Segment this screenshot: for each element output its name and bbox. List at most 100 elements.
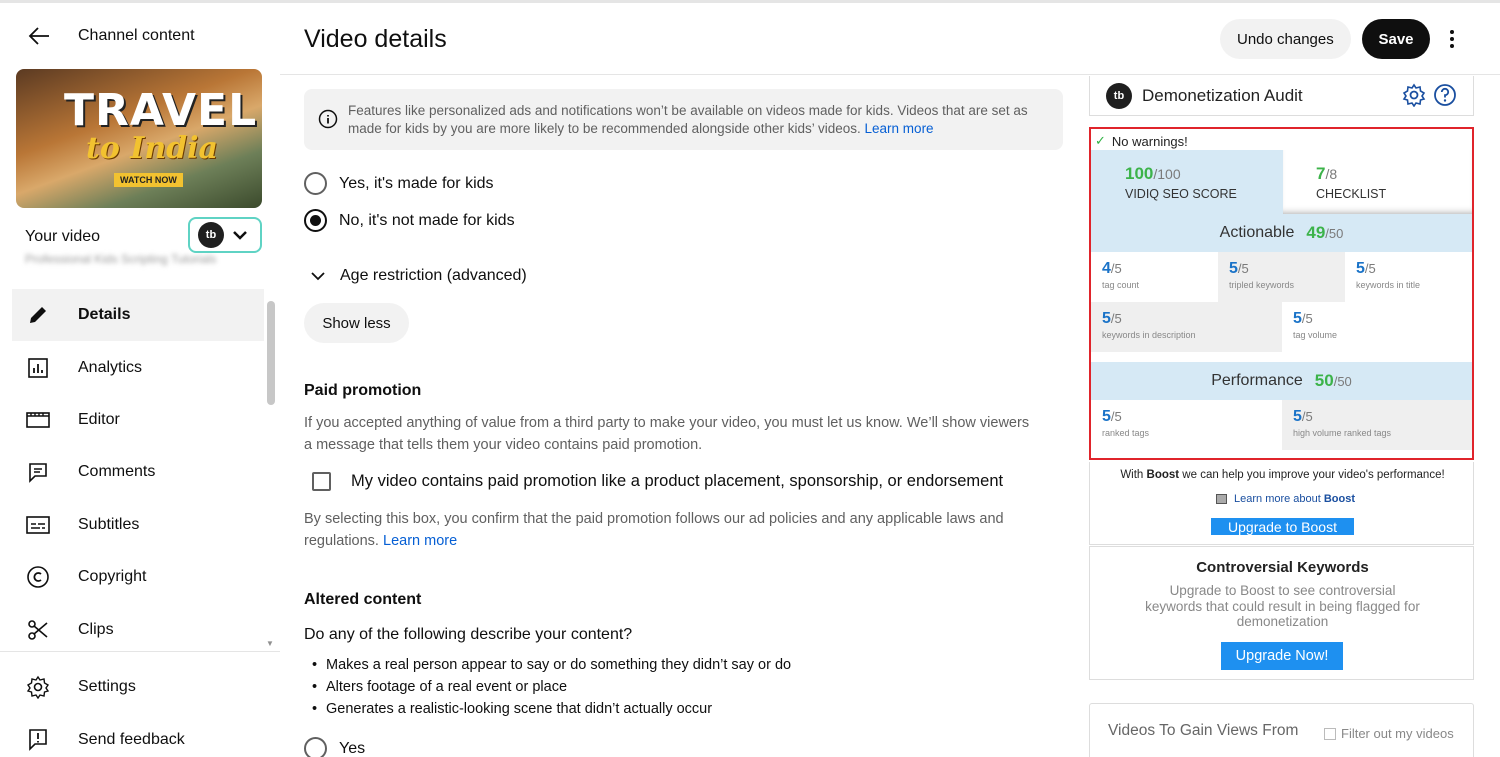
sidebar-item-settings[interactable]: Settings: [12, 661, 264, 713]
sidebar: Channel content TRAVEL to India WATCH NO…: [0, 3, 280, 757]
metric-value: 5/5: [1102, 310, 1282, 328]
altered-content-title: Altered content: [304, 591, 422, 608]
list-item: Generates a realistic-looking scene that…: [312, 698, 791, 720]
upgrade-now-button[interactable]: Upgrade Now!: [1221, 642, 1343, 670]
radio-made-for-kids-yes[interactable]: Yes, it's made for kids: [304, 172, 494, 195]
seo-score-value: 100/100: [1125, 164, 1237, 184]
feedback-icon: [25, 727, 51, 753]
tubebuddy-dropdown[interactable]: tb: [188, 217, 262, 253]
sidebar-item-label: Send feedback: [78, 730, 185, 748]
metric-number: 5: [1229, 260, 1238, 277]
metric-label: keywords in description: [1102, 330, 1196, 340]
show-less-button[interactable]: Show less: [304, 303, 409, 343]
sidebar-scrollbar[interactable]: [267, 301, 275, 405]
back-label[interactable]: Channel content: [78, 27, 195, 45]
radio-altered-yes[interactable]: Yes: [304, 737, 365, 757]
checkmark-icon: ✓: [1095, 133, 1106, 148]
undo-changes-button[interactable]: Undo changes: [1220, 19, 1351, 59]
seo-score-number: 100: [1125, 164, 1154, 183]
seo-score-tab[interactable]: 100/100 VIDIQ SEO SCORE: [1091, 150, 1283, 214]
radio-button[interactable]: [304, 172, 327, 195]
list-item: Alters footage of a real event or place: [312, 676, 791, 698]
filter-own-videos[interactable]: Filter out my videos: [1324, 726, 1454, 741]
sidebar-item-clips[interactable]: Clips: [12, 603, 264, 655]
video-name-blurred: Professional Kids Scripting Tutorials: [25, 252, 217, 266]
metric-value: 5/5: [1229, 260, 1345, 278]
metric-number: 5: [1293, 310, 1302, 327]
performance-label: Performance: [1211, 372, 1303, 389]
paid-promotion-checkbox[interactable]: [312, 472, 331, 491]
page-title: Video details: [304, 25, 447, 53]
boost-word: Boost: [1146, 469, 1180, 481]
kids-learn-more-link[interactable]: Learn more: [865, 121, 934, 136]
save-button[interactable]: Save: [1362, 19, 1430, 59]
metric-denominator: /5: [1237, 261, 1249, 276]
no-warnings-status: ✓ No warnings!: [1095, 133, 1188, 149]
scroll-down-arrow-icon[interactable]: ▼: [266, 639, 274, 648]
radio-label: Yes, it's made for kids: [339, 174, 494, 192]
age-restriction-toggle[interactable]: Age restriction (advanced): [310, 267, 527, 285]
video-thumbnail[interactable]: TRAVEL to India WATCH NOW: [16, 69, 262, 208]
filter-label: Filter out my videos: [1341, 726, 1454, 741]
sidebar-item-subtitles[interactable]: Subtitles: [12, 499, 264, 551]
sidebar-item-details[interactable]: Details: [12, 289, 264, 342]
sidebar-item-editor[interactable]: Editor: [12, 394, 264, 446]
chevron-down-icon: [233, 231, 247, 240]
performance-band: Performance 50/50: [1091, 362, 1472, 400]
metric-number: 5: [1102, 310, 1111, 327]
boost-text-pre: With: [1120, 469, 1147, 481]
paid-promotion-learn-more-link[interactable]: Learn more: [383, 533, 457, 549]
paid-promotion-description: If you accepted anything of value from a…: [304, 415, 1030, 453]
actionable-label: Actionable: [1219, 224, 1295, 241]
scissors-icon: [25, 617, 51, 643]
more-options-icon[interactable]: [1440, 25, 1464, 53]
checklist-denominator: /8: [1325, 166, 1338, 182]
subtitles-icon: [25, 512, 51, 538]
metric-denominator: /5: [1301, 311, 1313, 326]
metric-tag-volume: 5/5 tag volume: [1282, 302, 1472, 352]
sidebar-item-feedback[interactable]: Send feedback: [12, 713, 264, 757]
radio-button[interactable]: [304, 737, 327, 757]
sidebar-item-copyright[interactable]: Copyright: [12, 551, 264, 603]
pencil-icon: [25, 302, 51, 328]
sidebar-item-analytics[interactable]: Analytics: [12, 341, 264, 393]
metric-value: 5/5: [1293, 310, 1472, 328]
back-arrow-icon[interactable]: [24, 21, 54, 51]
paid-promotion-checkbox-label: My video contains paid promotion like a …: [351, 472, 1004, 490]
actionable-score: 49: [1306, 223, 1326, 242]
channel-content-header: Channel content: [24, 21, 195, 51]
video-icon: [1216, 494, 1227, 504]
radio-button-selected[interactable]: [304, 209, 327, 232]
sidebar-item-label: Details: [78, 306, 131, 324]
metric-label: tag volume: [1293, 330, 1338, 340]
checklist-tab[interactable]: 7/8 CHECKLIST: [1283, 150, 1472, 214]
sidebar-item-comments[interactable]: Comments: [12, 446, 264, 498]
seo-score-denominator: /100: [1153, 166, 1181, 182]
sidebar-item-label: Settings: [78, 678, 136, 696]
tubebuddy-logo-icon: tb: [1106, 82, 1132, 109]
checklist-label: CHECKLIST: [1316, 187, 1387, 201]
metric-tag-count: 4/5 tag count: [1091, 252, 1218, 302]
gear-icon[interactable]: [1402, 83, 1426, 112]
altered-content-list: Makes a real person appear to say or do …: [312, 654, 791, 720]
metric-value: 5/5: [1102, 408, 1282, 426]
paid-promotion-checkbox-row[interactable]: My video contains paid promotion like a …: [312, 472, 1003, 491]
performance-score: 50: [1314, 371, 1334, 390]
thumbnail-title: TRAVEL: [64, 85, 258, 136]
upgrade-to-boost-button[interactable]: Upgrade to Boost: [1211, 518, 1354, 535]
metric-high-volume-ranked-tags: 5/5 high volume ranked tags: [1282, 400, 1472, 450]
sidebar-item-label: Subtitles: [78, 515, 140, 533]
age-restriction-label: Age restriction (advanced): [340, 267, 527, 284]
analytics-icon: [25, 355, 51, 381]
info-icon: [318, 109, 338, 134]
editor-icon: [25, 407, 51, 433]
radio-made-for-kids-no[interactable]: No, it's not made for kids: [304, 209, 515, 232]
filter-checkbox[interactable]: [1324, 727, 1336, 740]
metric-tripled-keywords: 5/5 tripled keywords: [1218, 252, 1345, 302]
learn-more-boost-link[interactable]: Learn more about Boost: [1216, 493, 1355, 505]
controversial-description: Upgrade to Boost to see controversial ke…: [1145, 583, 1420, 629]
checklist-value: 7/8: [1316, 164, 1386, 184]
score-row: 100/100 VIDIQ SEO SCORE 7/8 CHECKLIST: [1091, 150, 1472, 214]
sidebar-nav: Details Analytics Editor Comments Subtit…: [12, 289, 264, 656]
help-icon[interactable]: [1433, 83, 1457, 112]
